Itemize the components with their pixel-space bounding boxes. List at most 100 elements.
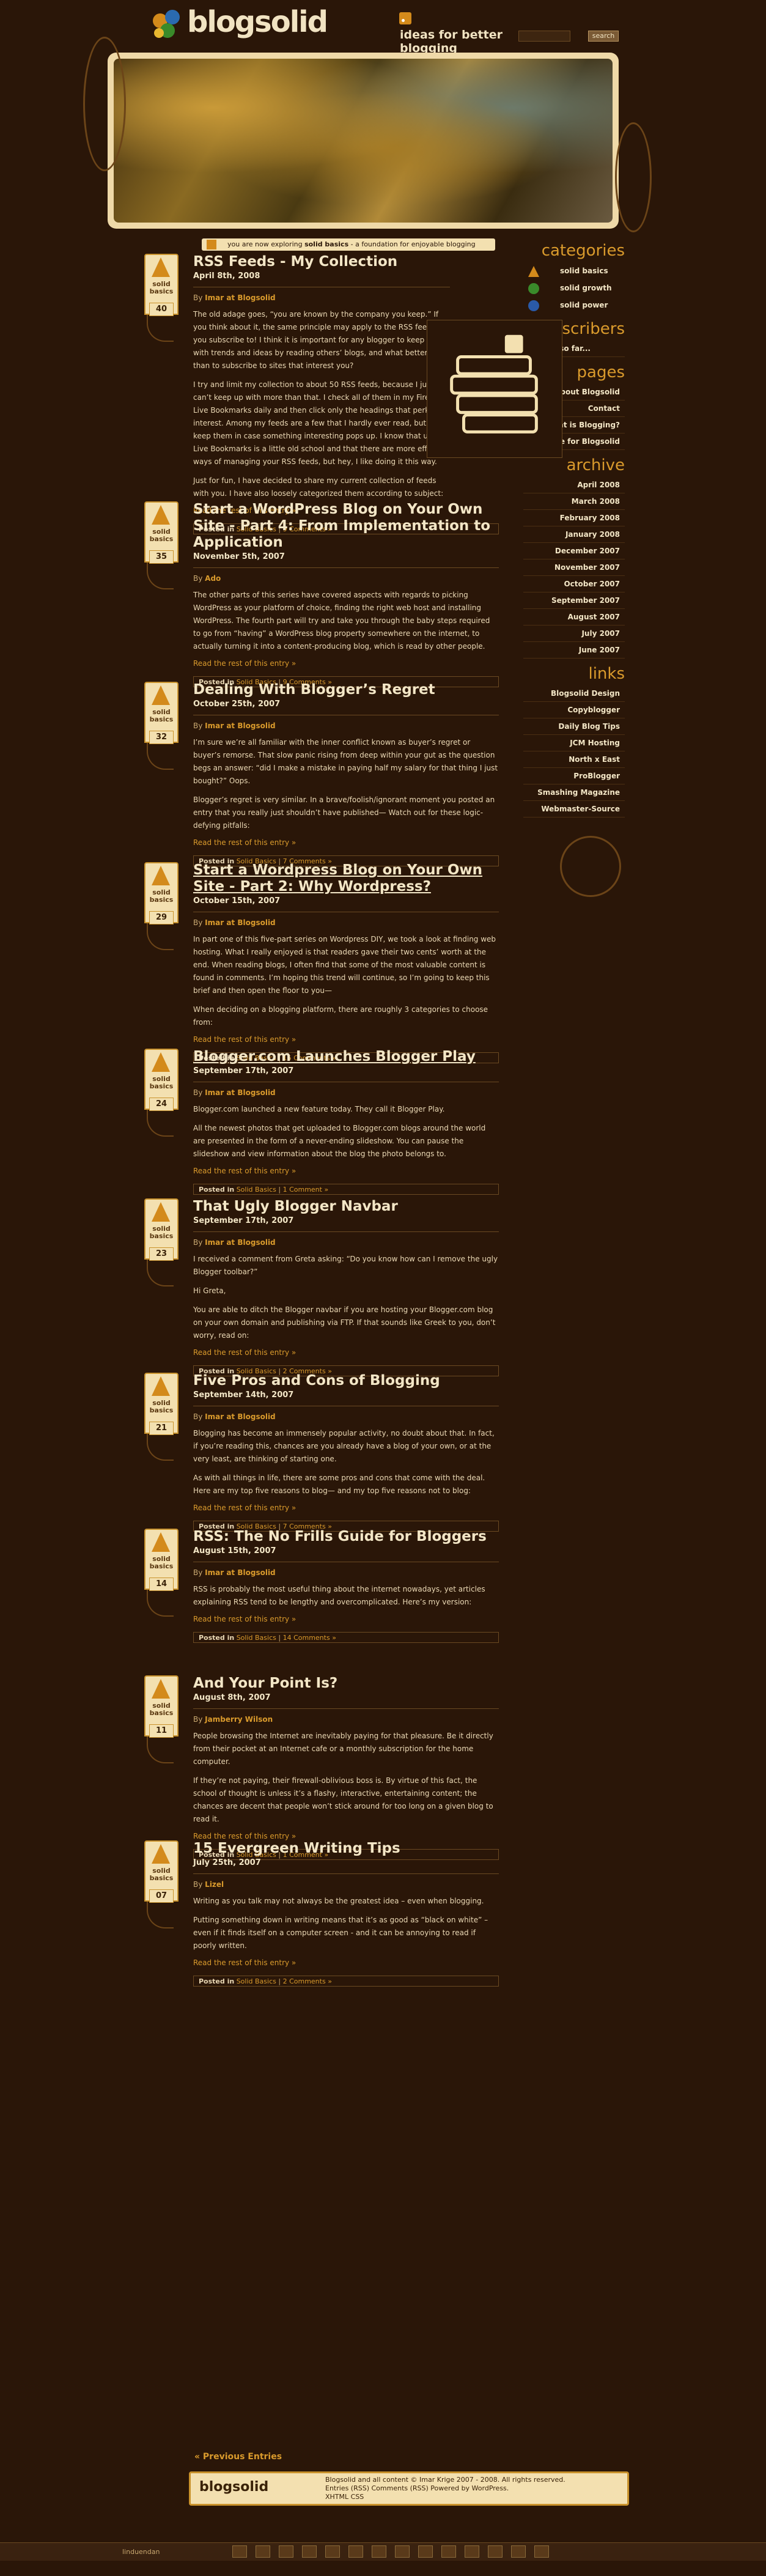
category-badge[interactable]: solid basics 11	[144, 1675, 179, 1763]
archive-link[interactable]: March 2008	[523, 493, 625, 510]
blogroll-link[interactable]: ProBlogger	[523, 768, 625, 784]
post-category-link[interactable]: Solid Basics	[237, 1186, 276, 1194]
archive-link[interactable]: December 2007	[523, 543, 625, 559]
blogroll-link[interactable]: Webmaster-Source	[523, 801, 625, 817]
footer-badge-icon[interactable]	[348, 2545, 363, 2558]
footer-feeds[interactable]: Entries (RSS) Comments (RSS) Powered by …	[325, 2484, 619, 2493]
post-title[interactable]: That Ugly Blogger Navbar	[193, 1198, 499, 1215]
comment-count[interactable]: 07	[149, 1889, 174, 1903]
comment-count[interactable]: 40	[149, 303, 174, 316]
comment-count[interactable]: 11	[149, 1724, 174, 1738]
post-comments-link[interactable]: 14 Comments »	[283, 1634, 336, 1642]
footer-badge-icon[interactable]	[395, 2545, 410, 2558]
category-solid-growth[interactable]: solid growth	[523, 279, 625, 297]
blogroll-link[interactable]: Blogsolid Design	[523, 685, 625, 702]
read-more-link[interactable]: Read the rest of this entry »	[193, 838, 499, 847]
post-author[interactable]: Jamberry Wilson	[205, 1715, 273, 1724]
post-title[interactable]: RSS: The No Frills Guide for Bloggers	[193, 1529, 499, 1545]
post-comments-link[interactable]: 1 Comment »	[283, 1186, 329, 1194]
comment-count[interactable]: 24	[149, 1098, 174, 1111]
blogroll-link[interactable]: JCM Hosting	[523, 735, 625, 751]
archive-link[interactable]: July 2007	[523, 626, 625, 642]
blogroll-link[interactable]: North x East	[523, 751, 625, 768]
footer-badge-icon[interactable]	[441, 2545, 456, 2558]
category-badge[interactable]: solid basics 21	[144, 1373, 179, 1461]
category-badge[interactable]: solid basics 14	[144, 1529, 179, 1617]
rss-icon[interactable]	[399, 12, 411, 24]
archive-link[interactable]: August 2007	[523, 609, 625, 626]
footer-badge-icon[interactable]	[256, 2545, 270, 2558]
footer-badge-icon[interactable]	[232, 2545, 247, 2558]
read-more-link[interactable]: Read the rest of this entry »	[193, 1167, 499, 1175]
post-title[interactable]: Five Pros and Cons of Blogging	[193, 1373, 499, 1389]
read-more-link[interactable]: Read the rest of this entry »	[193, 659, 499, 668]
post-title[interactable]: Start a WordPress Blog on Your Own Site …	[193, 501, 499, 551]
post-author[interactable]: Lizel	[205, 1880, 224, 1889]
post-title[interactable]: 15 Evergreen Writing Tips	[193, 1840, 499, 1857]
category-badge[interactable]: solid basics 40	[144, 254, 179, 342]
post-title[interactable]: Blogger.com Launches Blogger Play	[193, 1049, 499, 1065]
previous-entries-link[interactable]: « Previous Entries	[194, 2452, 282, 2462]
post-title[interactable]: Start a Wordpress Blog on Your Own Site …	[193, 862, 499, 895]
read-more-link[interactable]: Read the rest of this entry »	[193, 1958, 499, 1967]
archive-link[interactable]: April 2008	[523, 477, 625, 493]
footer-badge-icon[interactable]	[534, 2545, 549, 2558]
site-logo[interactable]: blogsolid ideas for better blogging	[150, 4, 517, 55]
archive-link[interactable]: January 2008	[523, 526, 625, 543]
post-author[interactable]: Imar at Blogsolid	[205, 1238, 275, 1247]
category-badge[interactable]: solid basics 35	[144, 501, 179, 589]
comment-count[interactable]: 32	[149, 731, 174, 744]
category-badge[interactable]: solid basics 24	[144, 1049, 179, 1137]
post-category-link[interactable]: Solid Basics	[237, 1977, 276, 1985]
category-solid-basics[interactable]: solid basics	[523, 262, 625, 279]
post-title[interactable]: And Your Point Is?	[193, 1675, 499, 1692]
search-button[interactable]: search	[588, 31, 619, 42]
search-input[interactable]	[518, 31, 570, 42]
footer-badge-icon[interactable]	[325, 2545, 340, 2558]
read-more-link[interactable]: Read the rest of this entry »	[193, 1615, 499, 1623]
post-author[interactable]: Imar at Blogsolid	[205, 1412, 275, 1421]
read-more-link[interactable]: Read the rest of this entry »	[193, 1504, 499, 1512]
footer-badge-icon[interactable]	[372, 2545, 386, 2558]
blogroll-link[interactable]: Daily Blog Tips	[523, 718, 625, 735]
archive-link[interactable]: June 2007	[523, 642, 625, 659]
read-more-link[interactable]: Read the rest of this entry »	[193, 1832, 499, 1840]
read-more-link[interactable]: Read the rest of this entry »	[193, 1035, 499, 1044]
footer-badge-icon[interactable]	[418, 2545, 433, 2558]
comment-count[interactable]: 14	[149, 1578, 174, 1591]
post-comments-link[interactable]: 2 Comments »	[283, 1977, 332, 1985]
comment-count[interactable]: 21	[149, 1422, 174, 1435]
post-author[interactable]: Imar at Blogsolid	[205, 918, 275, 927]
read-more-link[interactable]: Read the rest of this entry »	[193, 1348, 499, 1357]
category-solid-power[interactable]: solid power	[523, 297, 625, 314]
post-title[interactable]: Dealing With Blogger’s Regret	[193, 682, 499, 698]
footer-badge-icon[interactable]	[279, 2545, 293, 2558]
notice-text: you are now exploring	[227, 240, 303, 248]
archive-link[interactable]: November 2007	[523, 559, 625, 576]
footer-logo[interactable]: blogsolid	[199, 2479, 268, 2495]
footer-valid[interactable]: XHTML CSS	[325, 2493, 619, 2501]
category-badge[interactable]: solid basics 23	[144, 1198, 179, 1286]
category-badge[interactable]: solid basics 32	[144, 682, 179, 770]
comment-count[interactable]: 29	[149, 911, 174, 924]
comment-count[interactable]: 35	[149, 550, 174, 564]
comment-count[interactable]: 23	[149, 1247, 174, 1261]
category-badge[interactable]: solid basics 07	[144, 1840, 179, 1928]
footer-badge-icon[interactable]	[511, 2545, 526, 2558]
post-author[interactable]: Ado	[205, 574, 221, 583]
post-author[interactable]: Imar at Blogsolid	[205, 1088, 275, 1097]
footer-badge-icon[interactable]	[302, 2545, 317, 2558]
footer-badge-icon[interactable]	[465, 2545, 479, 2558]
blogroll-link[interactable]: Smashing Magazine	[523, 784, 625, 801]
blogroll-link[interactable]: Copyblogger	[523, 702, 625, 718]
post-author[interactable]: Imar at Blogsolid	[205, 1568, 275, 1577]
archive-link[interactable]: February 2008	[523, 510, 625, 526]
category-badge[interactable]: solid basics 29	[144, 862, 179, 950]
footer-badge-icon[interactable]	[488, 2545, 503, 2558]
post-author[interactable]: Imar at Blogsolid	[205, 722, 275, 730]
post-category-link[interactable]: Solid Basics	[237, 1634, 276, 1642]
archive-link[interactable]: October 2007	[523, 576, 625, 592]
post-title[interactable]: RSS Feeds - My Collection	[193, 254, 450, 270]
post-author[interactable]: Imar at Blogsolid	[205, 293, 275, 302]
archive-link[interactable]: September 2007	[523, 592, 625, 609]
